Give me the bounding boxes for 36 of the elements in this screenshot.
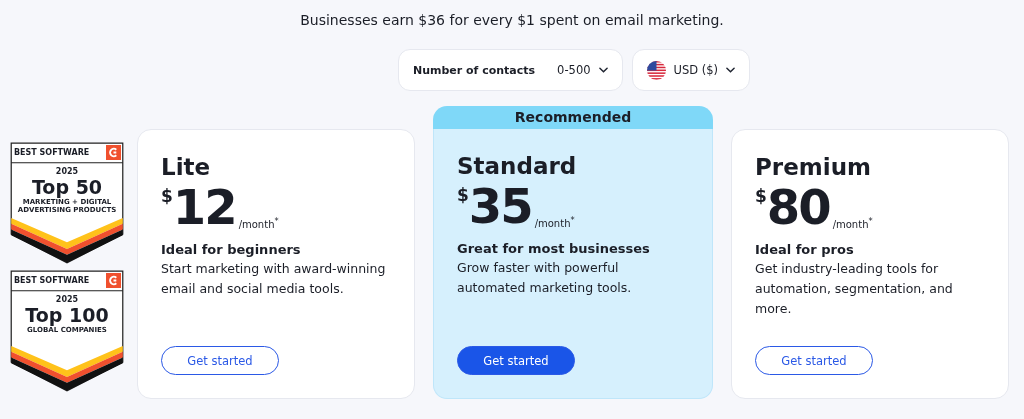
- plan-name: Lite: [161, 154, 212, 180]
- plan-tagline: Ideal for pros: [755, 242, 855, 257]
- get-started-button[interactable]: Get started: [457, 346, 575, 375]
- plan-description: Start marketing with award-winning email and social media tools.: [161, 260, 387, 298]
- flag-icon: [646, 60, 666, 80]
- plan-description: Grow faster with powerful automated marketing tools.: [457, 259, 633, 297]
- plan-price: 35: [468, 181, 532, 231]
- plan-tagline: Great for most businesses: [457, 241, 651, 256]
- currency-dropdown[interactable]: USD ($): [631, 49, 751, 91]
- plan-price: 80: [766, 182, 830, 232]
- plan-name: Standard: [457, 153, 578, 179]
- badge-label: BEST SOFTWARE: [14, 148, 90, 157]
- logo-icon: [106, 273, 121, 288]
- currency-symbol: $: [755, 186, 767, 206]
- logo-icon: [106, 145, 121, 160]
- plan-description: Get industry-leading tools for automation, segmentation, and more.: [755, 260, 954, 318]
- badge-title: Top 100: [24, 304, 110, 326]
- plan-price: 12: [172, 182, 236, 232]
- badge-year: 2025: [54, 295, 80, 304]
- price-period: /month$^{*}$: [534, 214, 575, 229]
- badge-label: BEST SOFTWARE: [14, 276, 90, 285]
- badge-year: 2025: [54, 167, 80, 176]
- currency-symbol: $: [457, 185, 469, 205]
- price-period: /month$^{*}$: [832, 215, 873, 230]
- headline: Businesses earn $36 for every $1 spent on email marketing.: [299, 11, 725, 30]
- price-period: /month$^{*}$: [238, 215, 279, 230]
- get-started-button[interactable]: Get started: [161, 346, 279, 375]
- currency-symbol: $: [161, 186, 173, 206]
- plan-name: Premium: [755, 154, 872, 180]
- get-started-button[interactable]: Get started: [755, 346, 873, 375]
- plan-tagline: Ideal for beginners: [161, 242, 302, 257]
- caret-icon: [598, 67, 608, 73]
- contacts-dropdown[interactable]: Number of contacts 0-500: [397, 49, 623, 91]
- recommended-ribbon: Recommended: [433, 106, 713, 129]
- badge-title: Top 50: [31, 176, 103, 198]
- caret-icon: [726, 67, 736, 73]
